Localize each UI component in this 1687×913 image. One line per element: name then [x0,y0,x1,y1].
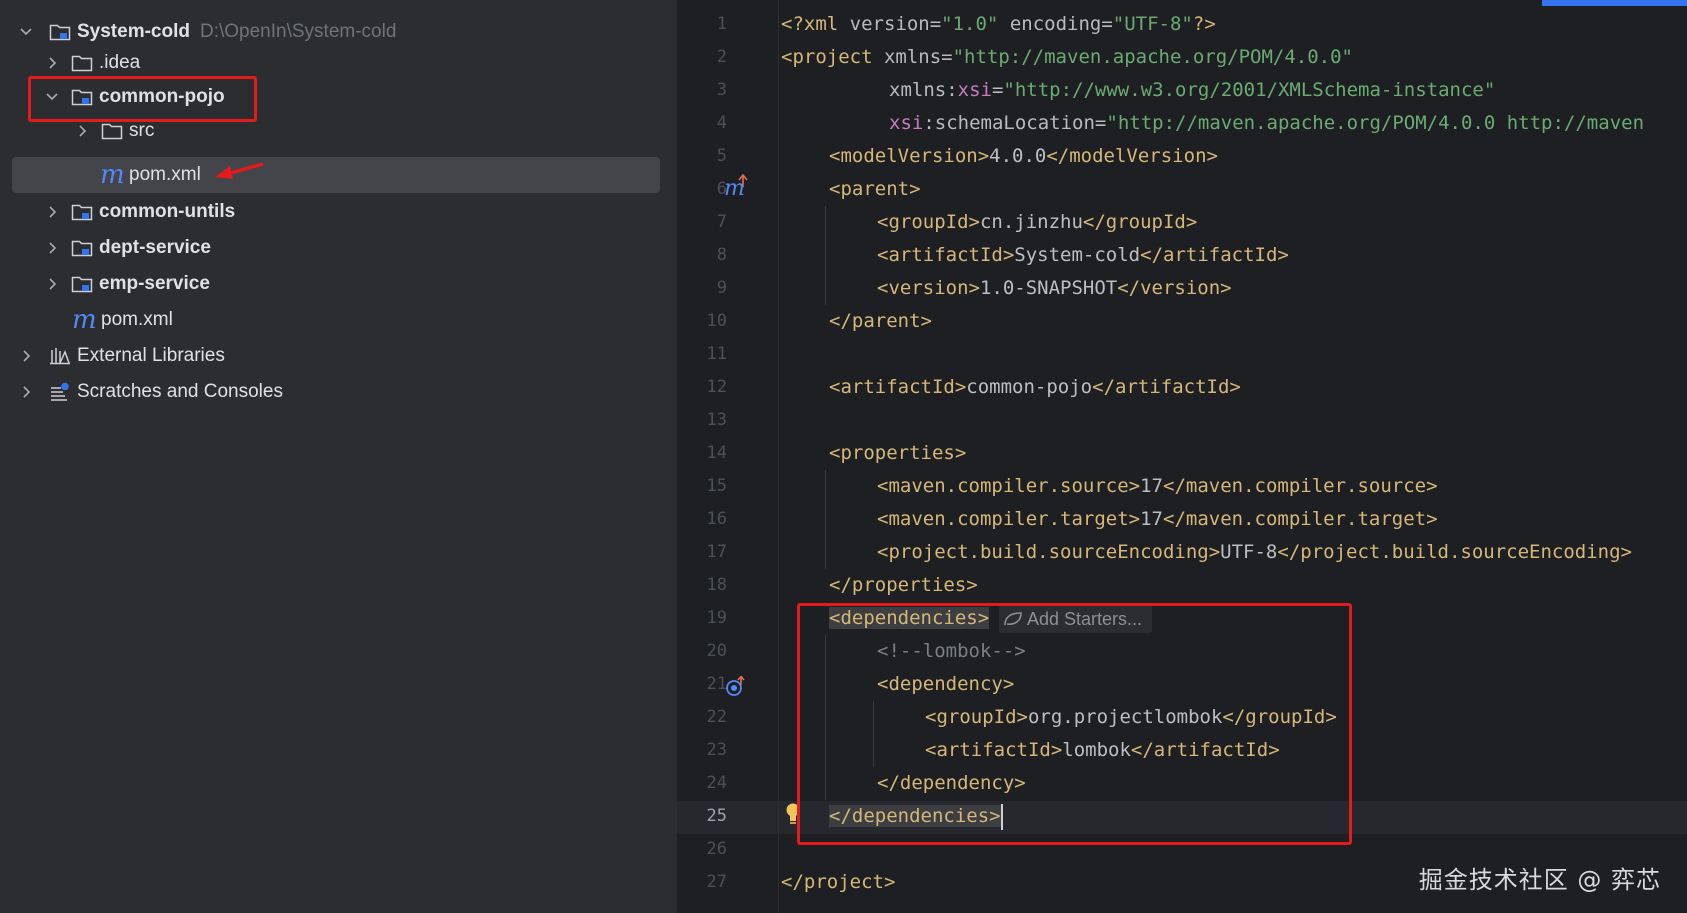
tree-item-external-libraries[interactable]: External Libraries [12,338,660,374]
tree-item-label: emp-service [99,273,210,294]
code-line-17: <project.build.sourceEncoding>UTF-8</pro… [877,541,1632,563]
line-number: 26 [706,839,727,859]
line-number: 18 [706,575,727,595]
line-number: 14 [706,443,727,463]
tree-item-label: Scratches and Consoles [77,381,283,402]
line-number: 12 [706,377,727,397]
tree-item-scratches[interactable]: Scratches and Consoles [12,374,660,410]
line-number: 27 [706,872,727,892]
line-number: 23 [706,740,727,760]
tree-item-label: pom.xml [101,309,173,330]
code-line-7: <groupId>cn.jinzhu</groupId> [877,211,1198,233]
tree-item-emp-service[interactable]: emp-service [12,266,660,302]
line-number: 10 [706,311,727,331]
module-folder-icon [70,273,94,295]
maven-parent-icon[interactable]: m [724,174,748,201]
tree-item-pom-root[interactable]: m pom.xml [12,302,660,338]
code-line-2: <project xmlns="http://maven.apache.org/… [781,46,1353,68]
code-line-12: <artifactId>common-pojo</artifactId> [829,376,1241,398]
tree-item-label: src [129,120,155,141]
maven-icon: m [100,160,125,190]
module-folder-icon [70,237,94,259]
project-tree-panel: System-cold D:\OpenIn\System-cold .idea … [0,0,677,913]
tree-item-pom-selected[interactable]: m pom.xml [12,157,660,193]
line-number: 22 [706,707,727,727]
line-number: 13 [706,410,727,430]
root-project-name: System-cold [77,21,190,42]
indent-guide [825,470,826,569]
line-number: 17 [706,542,727,562]
code-line-16: <maven.compiler.target>17</maven.compile… [877,508,1438,530]
line-number: 5 [716,146,727,166]
code-line-9: <version>1.0-SNAPSHOT</version> [877,277,1232,299]
library-icon [48,345,72,367]
line-number: 15 [706,476,727,496]
annotation-box-common-pojo [28,76,257,122]
module-folder-icon [48,21,72,43]
line-number-current: 25 [706,806,727,826]
scratches-icon [48,381,72,403]
line-number: 7 [716,212,727,232]
code-line-27: </project> [781,871,896,893]
maven-icon: m [72,305,97,335]
code-line-18: </properties> [829,574,978,596]
line-number: 20 [706,641,727,661]
line-number: 8 [716,245,727,265]
code-line-6: <parent> [829,178,921,200]
line-number: 6 [716,179,727,199]
module-folder-icon [70,201,94,223]
folder-icon [100,120,124,142]
tree-item-label: common-untils [99,201,236,222]
code-line-8: <artifactId>System-cold</artifactId> [877,244,1289,266]
tree-item-label: .idea [99,52,141,73]
code-line-3: xmlns:xsi="http://www.w3.org/2001/XMLSch… [889,79,1496,101]
code-line-10: </parent> [829,310,932,332]
root-project-path: D:\OpenIn\System-cold [199,21,397,42]
code-line-4: xsi:schemaLocation="http://maven.apache.… [889,112,1645,134]
folder-icon [70,52,94,74]
indent-guide [825,206,826,305]
gutter-separator [778,0,779,913]
line-number: 19 [706,608,727,628]
code-line-1: <?xml version="1.0" encoding="UTF-8"?> [781,13,1216,35]
annotation-box-dependencies [797,603,1352,845]
tree-item-label: External Libraries [77,345,225,366]
editor-scroll-indicator[interactable] [1542,0,1687,6]
code-line-5: <modelVersion>4.0.0</modelVersion> [829,145,1218,167]
code-line-15: <maven.compiler.source>17</maven.compile… [877,475,1438,497]
line-number: 1 [716,14,727,34]
tree-item-label: pom.xml [129,164,201,185]
code-editor[interactable]: 1 2 3 4 5 6 7 8 9 10 11 12 13 14 15 16 1… [677,0,1687,913]
line-number: 2 [716,47,727,67]
chevron-right-icon[interactable] [18,348,34,364]
chevron-right-icon[interactable] [44,204,60,220]
line-number: 24 [706,773,727,793]
arrow-up-icon [738,174,748,187]
line-number: 9 [716,278,727,298]
line-number: 3 [716,80,727,100]
line-number: 11 [706,344,727,364]
chevron-right-icon[interactable] [44,276,60,292]
watermark: 掘金技术社区 @ 弈芯 [1418,866,1661,894]
code-line-14: <properties> [829,442,967,464]
chevron-down-icon[interactable] [18,24,34,40]
line-number: 21 [706,674,727,694]
line-number: 16 [706,509,727,529]
dependency-target-icon[interactable] [725,675,747,703]
chevron-right-icon[interactable] [44,240,60,256]
chevron-right-icon[interactable] [18,384,34,400]
tree-item-common-untils[interactable]: common-untils [12,194,660,230]
tree-item-label: dept-service [99,237,211,258]
line-number: 4 [716,113,727,133]
annotation-arrow-icon [215,162,264,179]
chevron-right-icon[interactable] [44,55,60,71]
chevron-right-icon[interactable] [74,123,90,139]
tree-item-dept-service[interactable]: dept-service [12,230,660,266]
